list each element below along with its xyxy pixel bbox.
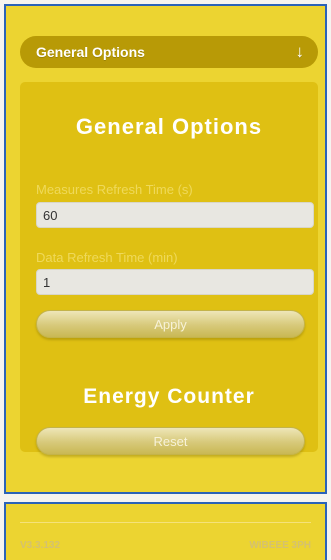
general-options-title: General Options <box>75 114 263 139</box>
energy-counter-title: Energy Counter <box>83 385 255 408</box>
footer-divider <box>20 522 311 523</box>
data-refresh-input[interactable] <box>36 269 314 295</box>
footer-bar: V3.3.132 WIBEEE 3PH <box>4 502 327 560</box>
device-label: WIBEEE 3PH <box>249 540 311 551</box>
options-panel: General Options Measures Refresh Time (s… <box>20 82 318 455</box>
reset-button[interactable]: Reset <box>36 427 305 455</box>
version-label: V3.3.132 <box>20 540 61 551</box>
measures-refresh-label: Measures Refresh Time (s) <box>36 182 193 197</box>
data-refresh-label: Data Refresh Time (min) <box>36 250 178 265</box>
section-dropdown[interactable]: General Options ↓ <box>20 36 318 68</box>
arrow-down-icon: ↓ <box>295 42 305 61</box>
dropdown-label: General Options <box>36 44 145 60</box>
settings-frame: General Options ↓ General Options Measur… <box>4 4 327 494</box>
apply-button[interactable]: Apply <box>36 310 305 338</box>
measures-refresh-input[interactable] <box>36 202 314 228</box>
